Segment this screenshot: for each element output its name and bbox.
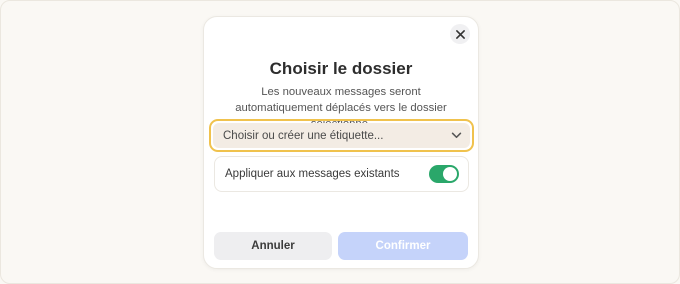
apply-existing-label: Appliquer aux messages existants	[225, 168, 400, 180]
toggle-knob	[443, 167, 457, 181]
choose-folder-dialog: Choisir le dossier Les nouveaux messages…	[203, 16, 479, 269]
apply-existing-row: Appliquer aux messages existants	[214, 156, 469, 192]
confirm-button[interactable]: Confirmer	[338, 232, 468, 260]
chevron-down-icon	[451, 132, 462, 139]
dialog-title: Choisir le dossier	[269, 59, 413, 78]
folder-select-focus-ring: Choisir ou créer une étiquette...	[209, 119, 474, 152]
apply-existing-toggle[interactable]	[429, 165, 459, 183]
cancel-button[interactable]: Annuler	[214, 232, 332, 260]
background-frame: Choisir le dossier Les nouveaux messages…	[0, 0, 680, 284]
close-icon	[455, 29, 465, 39]
folder-select-placeholder: Choisir ou créer une étiquette...	[223, 129, 384, 142]
folder-select[interactable]: Choisir ou créer une étiquette...	[213, 123, 470, 148]
close-button[interactable]	[450, 24, 470, 44]
